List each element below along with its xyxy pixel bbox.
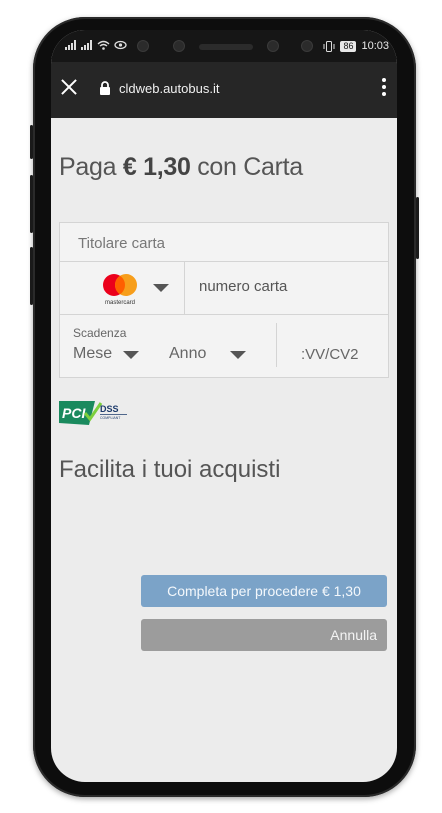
signal-icon [81, 40, 92, 50]
title-suffix: con Carta [197, 153, 303, 181]
dss-text: DSS [100, 404, 119, 414]
page-title: Paga € 1,30 con Carta [59, 153, 303, 182]
kebab-menu-icon[interactable] [381, 78, 387, 98]
power-button [416, 197, 419, 259]
url-text[interactable]: cldweb.autobus.it [119, 81, 219, 96]
earpiece-speaker [199, 44, 253, 50]
card-form: Titolare carta mastercard numero carta S… [59, 222, 389, 378]
expiry-label: Scadenza [73, 326, 127, 340]
volume-button [30, 247, 33, 305]
camera-icon [301, 40, 313, 52]
sensor-icon [137, 40, 149, 52]
phone-screen: 86 10:03 cldweb.autobus.it Paga € 1,30 c… [51, 30, 397, 782]
title-prefix: Paga [59, 153, 117, 181]
year-placeholder: Anno [169, 345, 207, 362]
card-number-field[interactable]: numero carta [185, 262, 388, 314]
cvv-field[interactable]: :VV/CV2 [277, 315, 388, 377]
card-holder-placeholder: Titolare carta [78, 235, 165, 252]
card-holder-field[interactable]: Titolare carta [60, 223, 388, 262]
expiry-month-select[interactable]: Mese [73, 345, 149, 365]
payment-page: Paga € 1,30 con Carta Titolare carta mas… [51, 118, 397, 782]
sensor-icon [267, 40, 279, 52]
expiry-year-select[interactable]: Anno [169, 345, 255, 365]
status-icons-right: 86 10:03 [323, 40, 389, 52]
camera-icon [173, 40, 185, 52]
signal-icon [65, 40, 76, 50]
mastercard-icon: mastercard [103, 274, 137, 306]
status-icons-left [65, 40, 127, 50]
close-icon[interactable] [59, 77, 79, 97]
wifi-icon [97, 40, 110, 50]
complete-payment-button[interactable]: Completa per procedere € 1,30 [141, 575, 387, 607]
mastercard-wordmark: mastercard [105, 300, 135, 306]
cancel-button[interactable]: Annulla [141, 619, 387, 651]
status-bar: 86 10:03 [51, 30, 397, 62]
browser-url-bar: cldweb.autobus.it [51, 62, 397, 118]
chevron-down-icon [230, 351, 246, 359]
volume-button [30, 175, 33, 233]
vibrate-icon [323, 40, 335, 52]
compliant-text: COMPLIANT [100, 416, 121, 420]
clock-time: 10:03 [361, 40, 389, 52]
chevron-down-icon [123, 351, 139, 359]
battery-icon: 86 [340, 40, 357, 52]
volume-button [30, 125, 33, 159]
payment-amount: € 1,30 [122, 153, 191, 181]
pci-dss-logo: PCI DSS COMPLIANT [59, 401, 127, 425]
card-brand-select[interactable]: mastercard [60, 262, 185, 314]
card-number-placeholder: numero carta [199, 278, 288, 295]
cvv-placeholder: :VV/CV2 [301, 346, 359, 363]
section-heading: Facilita i tuoi acquisti [59, 456, 281, 483]
lock-icon [100, 81, 110, 95]
chevron-down-icon [153, 284, 169, 292]
camera-notch [131, 36, 321, 56]
eye-icon [114, 40, 127, 50]
month-placeholder: Mese [73, 345, 113, 362]
pci-text: PCI [62, 405, 86, 421]
